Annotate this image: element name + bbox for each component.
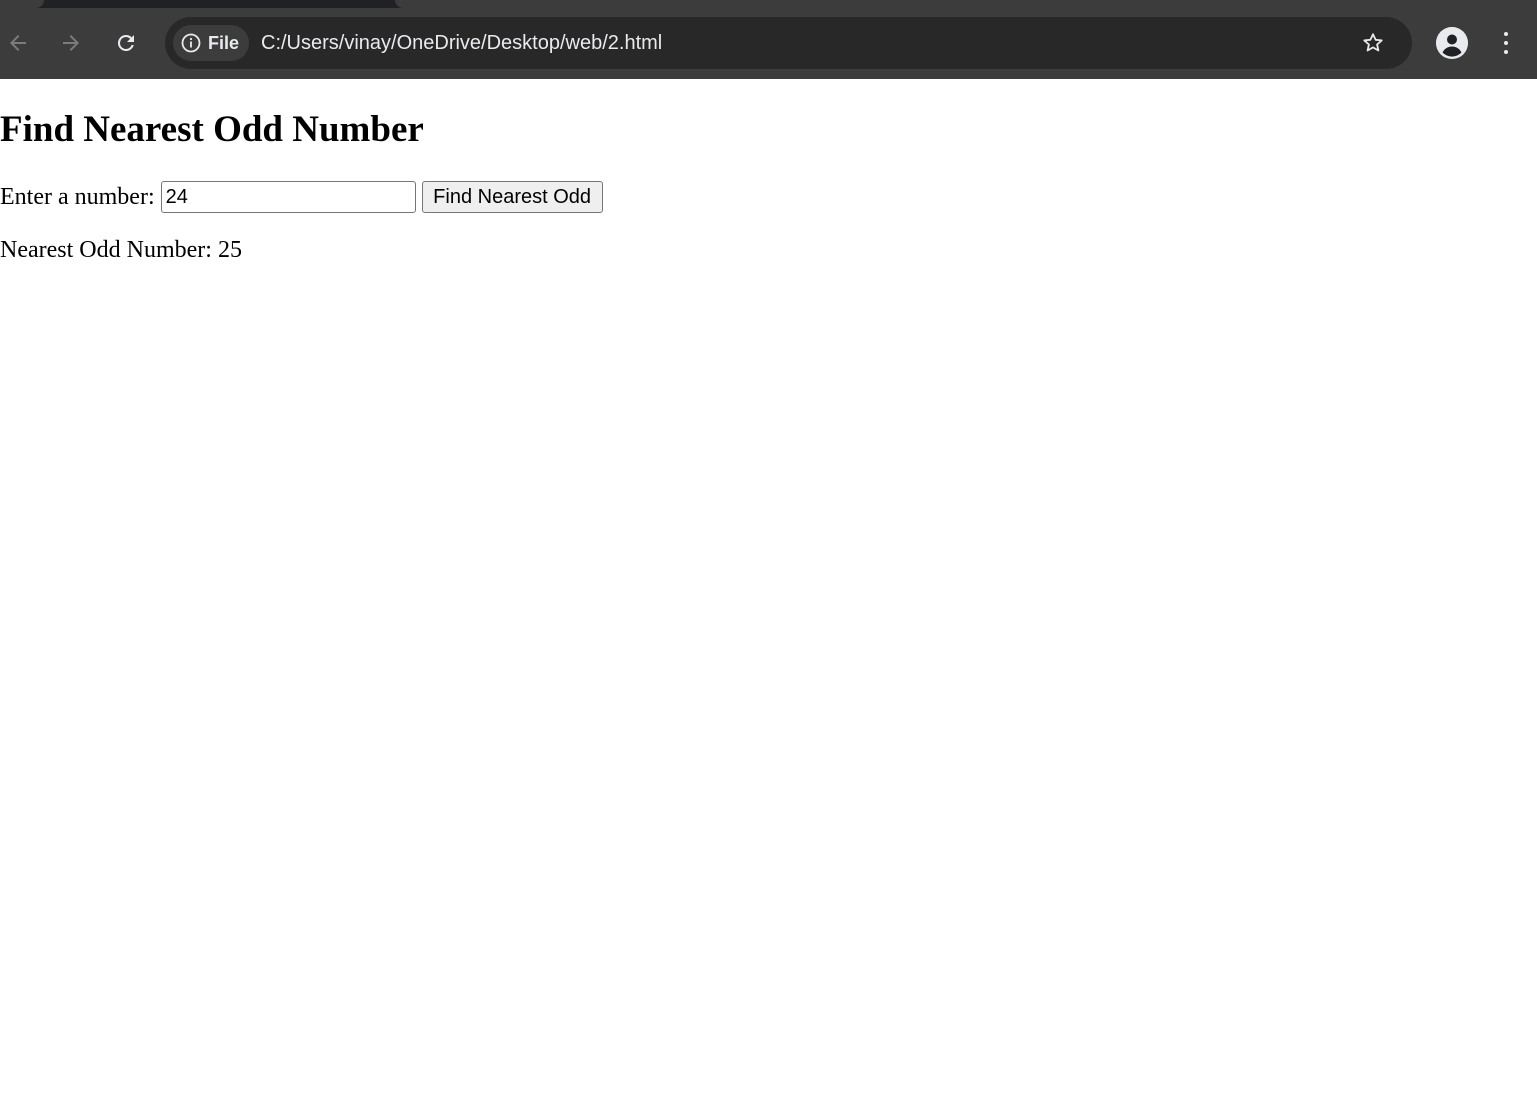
result-value: 25	[217, 237, 242, 263]
tab-strip	[0, 0, 1537, 8]
result-text: Nearest Odd Number: 25	[0, 235, 242, 265]
reload-icon	[117, 34, 134, 51]
back-button[interactable]	[1, 26, 35, 60]
bookmark-button[interactable]	[1359, 29, 1387, 57]
page-title: Find Nearest Odd Number	[0, 109, 424, 150]
more-menu-button[interactable]	[1493, 27, 1519, 59]
kebab-dot-icon	[1504, 50, 1508, 54]
address-bar[interactable]: File C:/Users/vinay/OneDrive/Desktop/web…	[165, 17, 1412, 69]
arrow-left-icon	[10, 35, 26, 51]
arrow-right-icon	[63, 35, 79, 51]
result-label: Nearest Odd Number:	[0, 237, 212, 263]
kebab-dot-icon	[1504, 41, 1508, 45]
tab[interactable]	[0, 0, 44, 8]
input-row: Enter a number: Find Nearest Odd	[0, 179, 603, 215]
forward-button[interactable]	[54, 26, 88, 60]
number-input[interactable]	[160, 181, 416, 213]
find-nearest-odd-button[interactable]: Find Nearest Odd	[421, 181, 603, 213]
info-icon	[181, 33, 201, 53]
site-chip-label: File	[208, 32, 240, 53]
avatar-icon	[1436, 27, 1468, 59]
kebab-dot-icon	[1504, 32, 1508, 36]
profile-button[interactable]	[1436, 27, 1468, 59]
browser-toolbar: File C:/Users/vinay/OneDrive/Desktop/web…	[0, 0, 1537, 79]
tab[interactable]	[395, 0, 1537, 8]
url-text[interactable]: C:/Users/vinay/OneDrive/Desktop/web/2.ht…	[261, 30, 662, 56]
page-content: Find Nearest Odd Number Enter a number: …	[0, 79, 1537, 1101]
site-info-button[interactable]: File	[173, 25, 249, 61]
star-icon	[1363, 33, 1383, 52]
number-input-label: Enter a number:	[0, 184, 155, 210]
reload-button[interactable]	[109, 26, 143, 60]
